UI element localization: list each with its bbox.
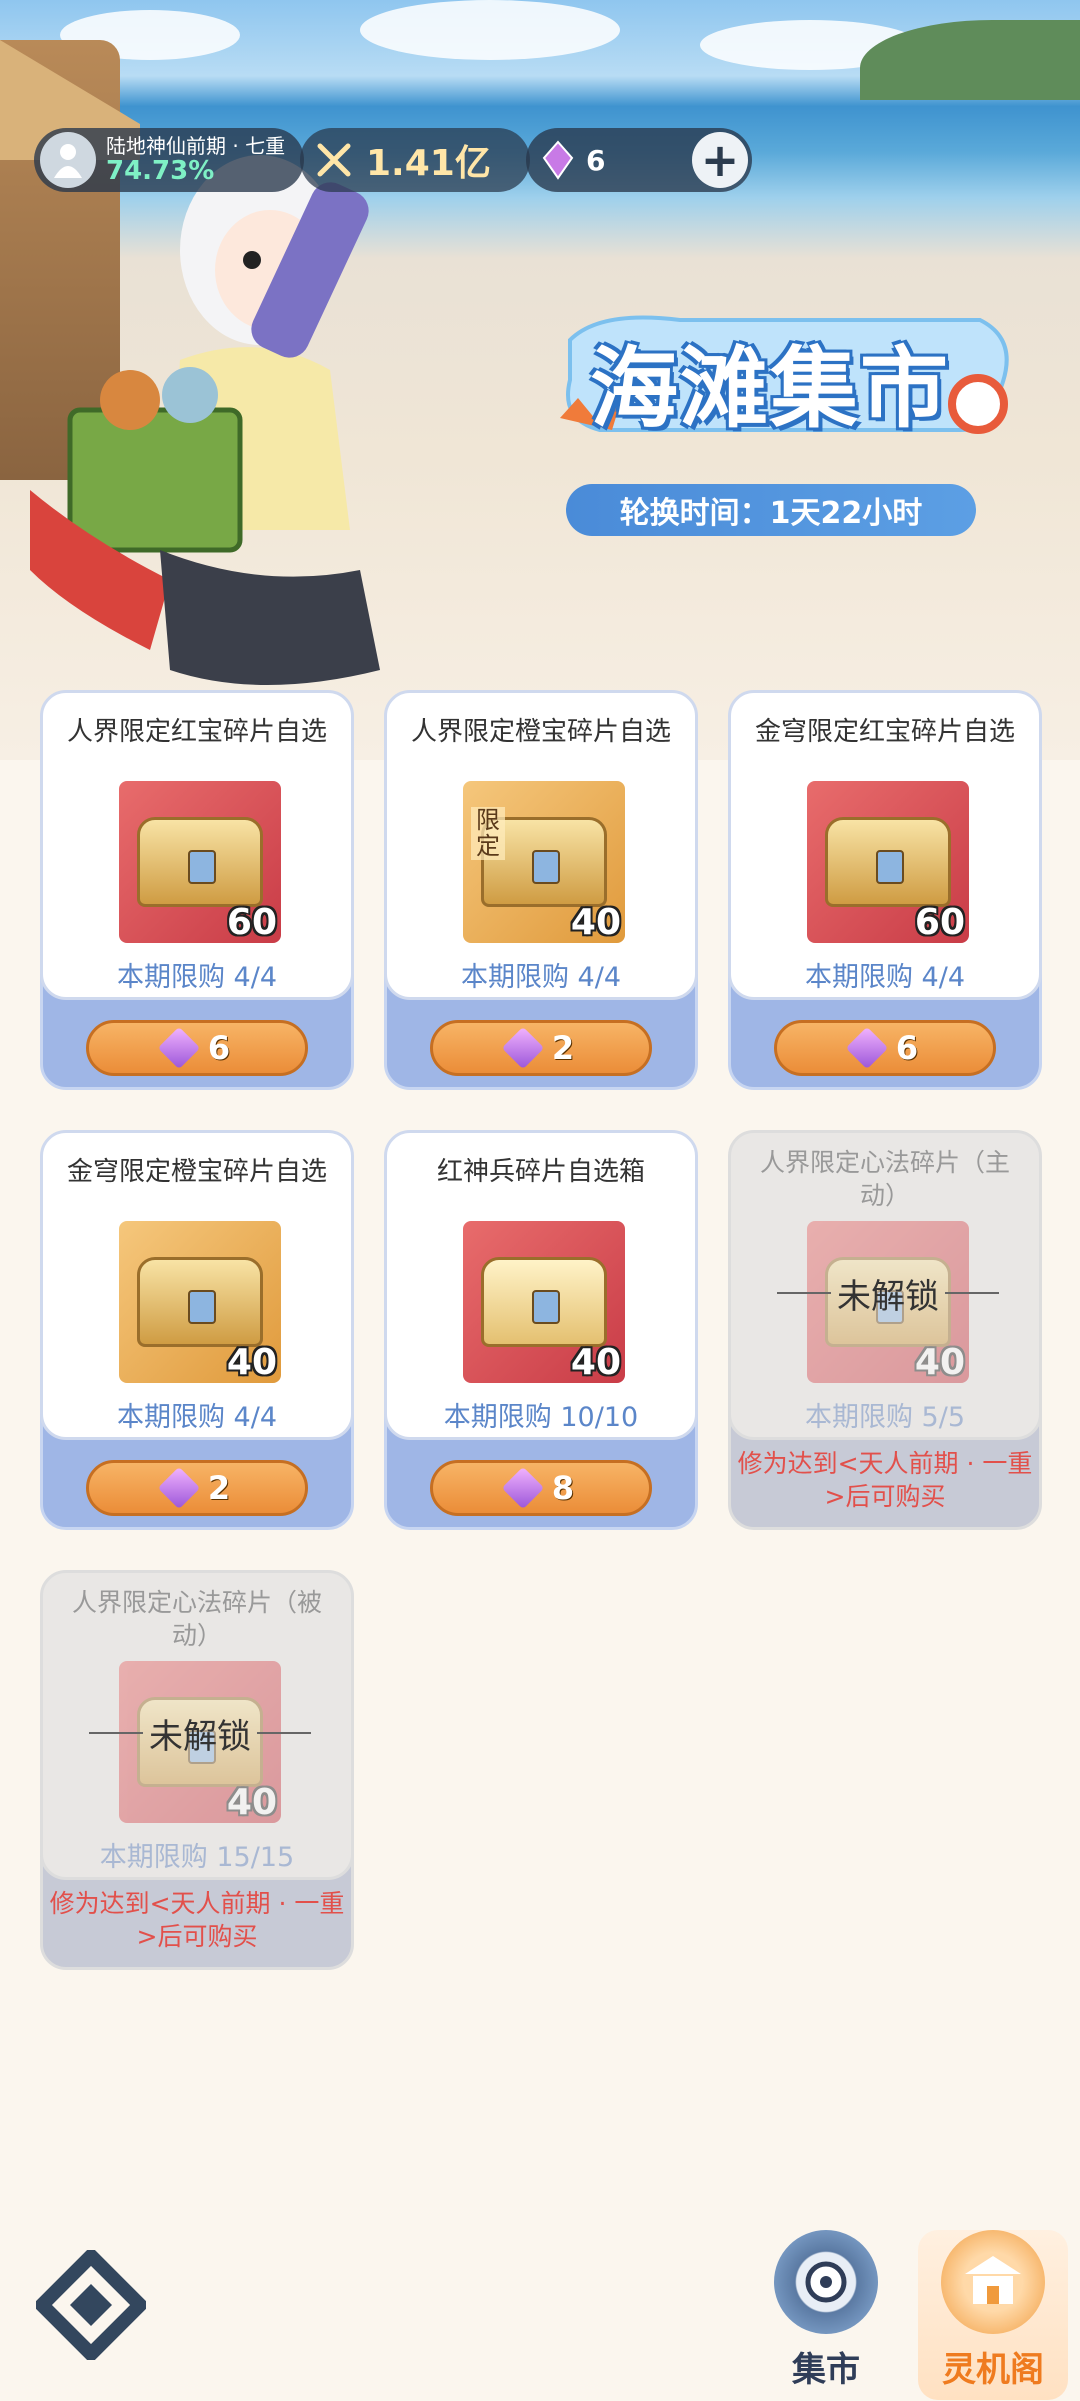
limited-tag: 限定: [471, 807, 505, 860]
purchase-quota: 本期限购 10/10: [443, 1402, 639, 1433]
nav-market-label: 集市: [792, 2350, 860, 2390]
treasure-chest-image: 60: [807, 781, 969, 943]
item-count: 60: [226, 902, 277, 943]
shop-item-card[interactable]: 金穹限定橙宝碎片自选 40 本期限购 4/4 2: [40, 1130, 354, 1530]
realm-progress: 74.73%: [106, 155, 215, 186]
crossed-swords-icon: [317, 143, 351, 177]
item-count: 40: [226, 1782, 277, 1823]
crystal-icon: [157, 1026, 201, 1070]
purchase-quota: 本期限购 5/5: [804, 1402, 966, 1433]
item-count: 40: [914, 1342, 965, 1383]
item-count: 40: [570, 1342, 621, 1383]
chest-icon: [481, 1257, 607, 1347]
chest-icon: [137, 817, 263, 907]
price: 2: [207, 1469, 231, 1507]
purchase-quota: 本期限购 4/4: [116, 1402, 278, 1433]
crystal-icon: [501, 1466, 545, 1510]
life-ring-icon: [948, 374, 1008, 434]
crystal-icon: [542, 140, 574, 180]
nav-pavilion[interactable]: 灵机阁: [918, 2230, 1068, 2400]
buy-button[interactable]: 6: [774, 1020, 996, 1076]
buy-button[interactable]: 2: [86, 1460, 308, 1516]
crystal-icon: [501, 1026, 545, 1070]
chest-icon: [825, 817, 951, 907]
hero-banner: 陆地神仙前期 · 七重 74.73% 1.41亿 6 + 海滩集市 轮换时间：1…: [0, 0, 1080, 760]
unlock-requirement: 修为达到<天人前期 · 一重>后可购买: [49, 1889, 345, 1951]
gem-balance: 6 +: [526, 128, 752, 192]
buy-button[interactable]: 8: [430, 1460, 652, 1516]
add-gem-button[interactable]: +: [692, 132, 748, 188]
realm-status[interactable]: 陆地神仙前期 · 七重 74.73%: [34, 128, 304, 192]
character-illustration: [30, 155, 380, 685]
treasure-chest-image: 40: [119, 1221, 281, 1383]
treasure-chest-image: 40: [463, 1221, 625, 1383]
purchase-quota: 本期限购 15/15: [99, 1842, 295, 1873]
item-count: 60: [914, 902, 965, 943]
shop-item-card[interactable]: 红神兵碎片自选箱 40 本期限购 10/10 8: [384, 1130, 698, 1530]
crystal-icon: [157, 1466, 201, 1510]
market-icon: [774, 2230, 878, 2334]
nav-pavilion-label: 灵机阁: [942, 2350, 1044, 2390]
shop-item-card[interactable]: 人界限定橙宝碎片自选 限定 40 本期限购 4/4 2: [384, 690, 698, 1090]
shop-item-card[interactable]: 金穹限定红宝碎片自选 60 本期限购 4/4 6: [728, 690, 1042, 1090]
item-name: 红神兵碎片自选箱: [436, 1157, 645, 1187]
price: 2: [551, 1029, 575, 1067]
price: 6: [895, 1029, 919, 1067]
back-icon[interactable]: [36, 2250, 146, 2360]
market-title-banner: 海滩集市: [560, 300, 1020, 450]
treasure-chest-image: 限定 40: [463, 781, 625, 943]
buy-button[interactable]: 6: [86, 1020, 308, 1076]
purchase-quota: 本期限购 4/4: [460, 962, 622, 993]
cultivator-avatar-icon: [40, 132, 96, 188]
treasure-chest-image: 60: [119, 781, 281, 943]
unlock-requirement: 修为达到<天人前期 · 一重>后可购买: [737, 1449, 1033, 1511]
shop-item-card-locked: 人界限定心法碎片（主动） 40 未解锁 本期限购 5/5 修为达到<天人前期 ·…: [728, 1130, 1042, 1530]
locked-label: 未解锁: [149, 1716, 251, 1757]
market-title: 海滩集市: [590, 337, 951, 440]
chest-icon: [137, 1257, 263, 1347]
buy-button[interactable]: 2: [430, 1020, 652, 1076]
purchase-quota: 本期限购 4/4: [804, 962, 966, 993]
pavilion-icon: [941, 2230, 1045, 2334]
crystal-icon: [845, 1026, 889, 1070]
locked-overlay: 未解锁: [89, 1713, 311, 1757]
bottom-navigation: 集市 灵机阁: [0, 2210, 1080, 2401]
item-name: 人界限定心法碎片（主动）: [759, 1148, 1010, 1210]
locked-overlay: 未解锁: [777, 1273, 999, 1317]
rotation-timer: 轮换时间：1天22小时: [566, 484, 976, 536]
item-count: 40: [226, 1342, 277, 1383]
item-name: 金穹限定橙宝碎片自选: [66, 1157, 327, 1187]
locked-label: 未解锁: [837, 1276, 939, 1317]
item-name: 人界限定心法碎片（被动）: [71, 1588, 322, 1650]
price: 8: [551, 1469, 575, 1507]
realm-name: 陆地神仙前期 · 七重: [106, 133, 286, 158]
item-count: 40: [570, 902, 621, 943]
purchase-quota: 本期限购 4/4: [116, 962, 278, 993]
nav-market[interactable]: 集市: [756, 2230, 896, 2400]
item-name: 金穹限定红宝碎片自选: [754, 717, 1015, 747]
item-name: 人界限定橙宝碎片自选: [410, 717, 671, 747]
combat-power-value: 1.41亿: [366, 143, 491, 184]
shop-item-card-locked: 人界限定心法碎片（被动） 40 未解锁 本期限购 15/15 修为达到<天人前期…: [40, 1570, 354, 1970]
gem-count: 6: [586, 143, 606, 177]
plus-icon: +: [700, 133, 740, 187]
price: 6: [207, 1029, 231, 1067]
shop-item-card[interactable]: 人界限定红宝碎片自选 60 本期限购 4/4 6: [40, 690, 354, 1090]
combat-power[interactable]: 1.41亿: [300, 128, 530, 192]
item-name: 人界限定红宝碎片自选: [66, 717, 327, 747]
